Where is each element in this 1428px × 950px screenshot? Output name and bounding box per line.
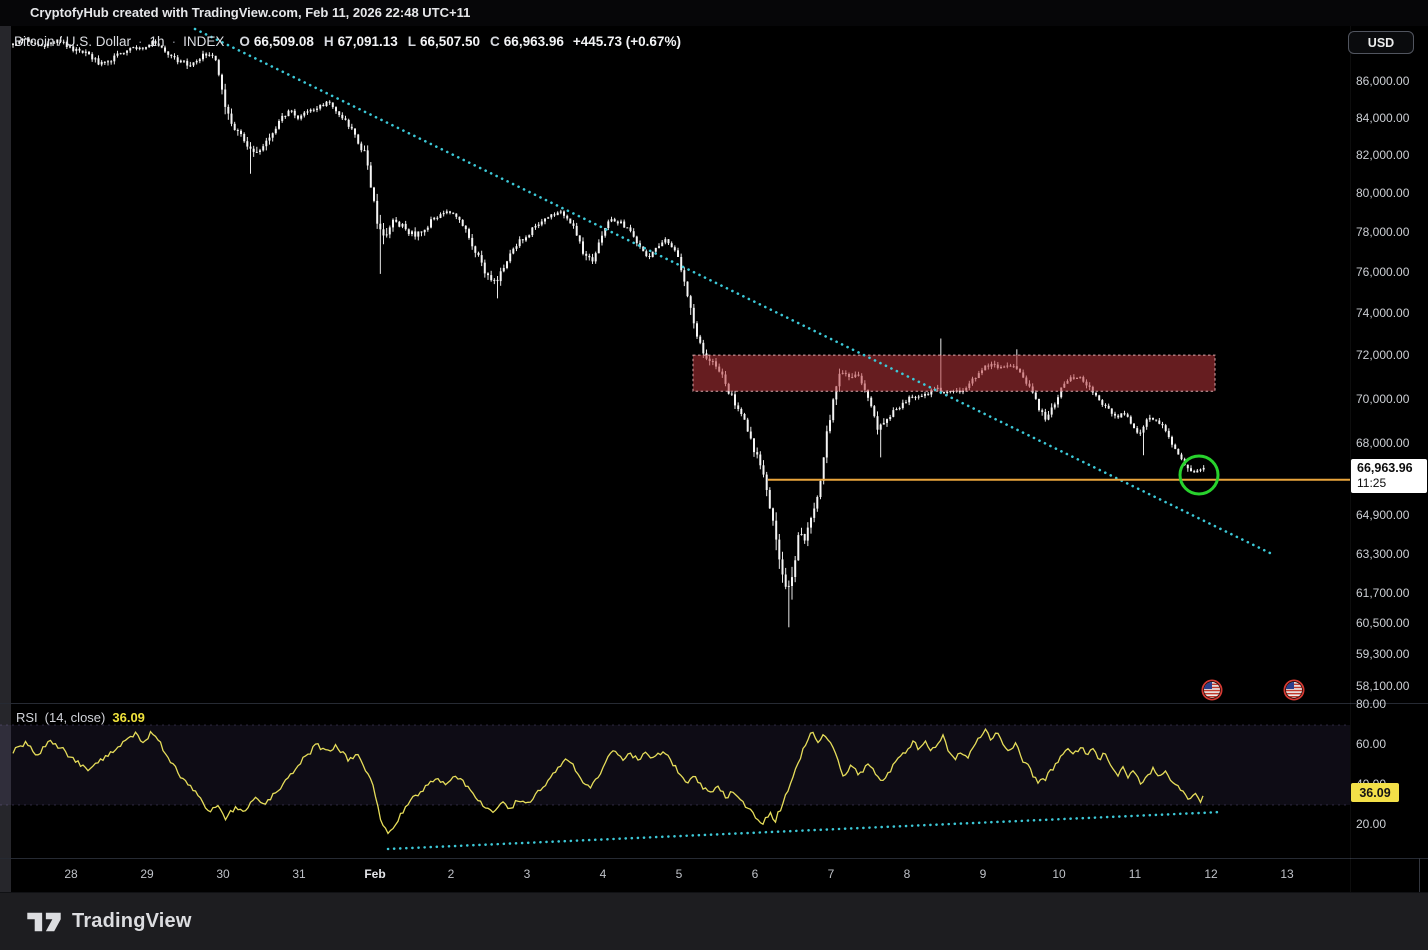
tradingview-chart-window: CryptofyHub created with TradingView.com… — [0, 0, 1428, 950]
highlight-circle — [1178, 454, 1220, 496]
change-value: +445.73 (+0.67%) — [572, 34, 681, 49]
legend-separator: · — [171, 34, 177, 49]
time-tick: 11 — [1128, 867, 1142, 881]
us-flag-event-icon[interactable] — [1283, 679, 1305, 701]
symbol-legend[interactable]: Bitcoin / U.S. Dollar · 1h · INDEX O 66,… — [14, 34, 681, 49]
us-flag-event-icon[interactable] — [1201, 679, 1223, 701]
rsi-legend[interactable]: RSI (14, close) 36.09 — [16, 710, 145, 725]
close-value: 66,963.96 — [503, 34, 564, 49]
interval-label[interactable]: 1h — [150, 34, 165, 49]
main-pane[interactable] — [12, 27, 1352, 628]
time-tick: 29 — [140, 867, 154, 881]
time-tick: 8 — [903, 867, 911, 881]
tradingview-brand-text[interactable]: TradingView — [72, 910, 192, 933]
time-tick: 4 — [599, 867, 607, 881]
time-tick: 6 — [751, 867, 759, 881]
time-tick: 5 — [675, 867, 683, 881]
legend-separator: · — [138, 34, 143, 49]
time-tick: 10 — [1052, 867, 1066, 881]
bar-countdown: 11:25 — [1357, 476, 1387, 490]
rsi-tick: 20.00 — [1356, 817, 1387, 831]
downtrend-line — [193, 27, 1272, 555]
time-tick: 30 — [216, 867, 230, 881]
high-label: H — [323, 34, 334, 49]
time-tick: 9 — [979, 867, 987, 881]
low-label: L — [407, 34, 416, 49]
open-label: O — [239, 34, 250, 49]
time-axis[interactable]: 28 29 30 31 Feb 2 3 4 5 6 7 8 9 10 11 12 13 — [0, 858, 1350, 892]
ohlc-readout: O 66,509.08 H 67,091.13 L 66,507.50 C 66… — [239, 34, 564, 49]
close-label: C — [490, 34, 500, 49]
time-tick: 31 — [292, 867, 306, 881]
rsi-value-label: 36.09 — [1351, 783, 1399, 802]
time-tick: Feb — [364, 867, 386, 881]
tradingview-logo-icon[interactable] — [26, 909, 62, 935]
time-tick: 7 — [827, 867, 835, 881]
rsi-pane[interactable] — [0, 724, 1350, 851]
low-value: 66,507.50 — [419, 34, 481, 49]
open-value: 66,509.08 — [253, 34, 314, 49]
rsi-tick: 80.00 — [1356, 697, 1387, 711]
exchange-label: INDEX — [183, 34, 225, 49]
last-price-label: 66,963.96 11:25 — [1351, 459, 1427, 493]
rsi-scale[interactable]: 80.0060.0040.0020.00 — [1350, 0, 1428, 892]
symbol-name[interactable]: Bitcoin / U.S. Dollar — [14, 34, 131, 49]
rsi-tick: 60.00 — [1356, 737, 1387, 751]
rsi-title: RSI — [16, 710, 38, 725]
time-tick: 12 — [1204, 867, 1218, 881]
last-price-value: 66,963.96 — [1357, 461, 1413, 475]
time-tick: 13 — [1280, 867, 1294, 881]
high-value: 67,091.13 — [337, 34, 398, 49]
time-tick: 28 — [64, 867, 78, 881]
rsi-uptrend-line — [386, 810, 1224, 851]
time-tick: 3 — [523, 867, 531, 881]
supply-zone — [693, 355, 1215, 392]
footer-bar: TradingView — [0, 892, 1428, 950]
currency-toggle-button[interactable]: USD — [1348, 31, 1414, 54]
rsi-value: 36.09 — [112, 710, 145, 725]
chart-canvas[interactable] — [0, 0, 1428, 950]
rsi-params: (14, close) — [44, 710, 106, 725]
time-tick: 2 — [447, 867, 455, 881]
pane-divider[interactable] — [0, 703, 1428, 704]
